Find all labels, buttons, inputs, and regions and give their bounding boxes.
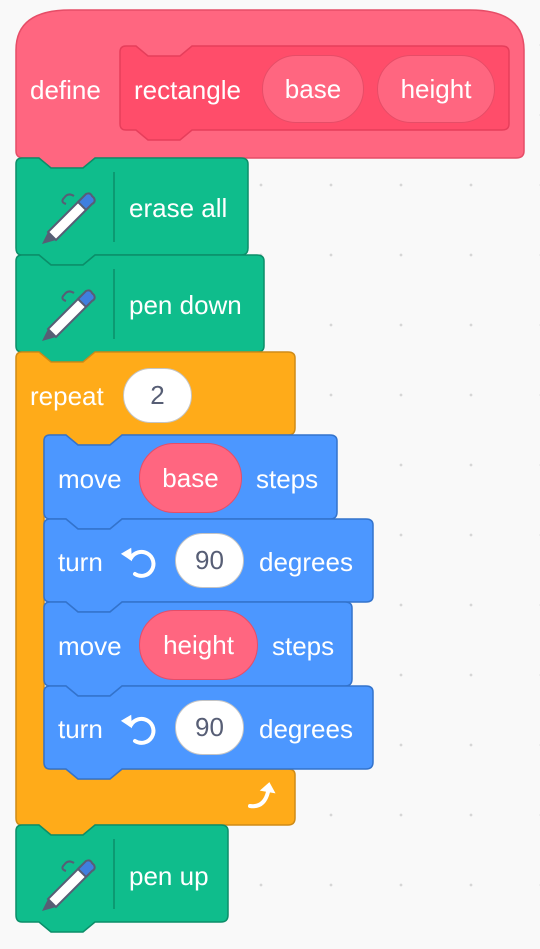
- define-keyword: define: [30, 75, 101, 105]
- pen-icon: [42, 192, 96, 244]
- rotate-left-icon: [121, 714, 156, 745]
- pen-down-label: pen down: [129, 290, 242, 320]
- steps-label: steps: [272, 631, 335, 661]
- move-base-reporter[interactable]: base: [139, 443, 242, 513]
- turn-label: turn: [58, 547, 103, 577]
- param-height[interactable]: height: [377, 55, 495, 123]
- degrees-label: degrees: [259, 547, 353, 577]
- pen-icon: [42, 859, 96, 911]
- degrees-label: degrees: [259, 714, 353, 744]
- turn-degrees-input-1[interactable]: 90: [175, 533, 244, 588]
- repeat-label: repeat: [30, 381, 104, 411]
- param-base[interactable]: base: [262, 55, 364, 123]
- repeat-count-input[interactable]: 2: [123, 368, 192, 423]
- steps-label: steps: [256, 464, 319, 494]
- pen-up-label: pen up: [129, 861, 209, 891]
- turn-degrees-input-2[interactable]: 90: [175, 700, 244, 755]
- pen-icon: [42, 289, 96, 341]
- move-height-reporter[interactable]: height: [139, 610, 258, 680]
- move-label: move: [58, 631, 122, 661]
- move-label: move: [58, 464, 122, 494]
- procedure-name: rectangle: [134, 75, 241, 105]
- erase-all-label: erase all: [129, 193, 228, 223]
- rotate-left-icon: [121, 547, 156, 578]
- loop-arrow-icon: [248, 782, 276, 809]
- turn-label: turn: [58, 714, 103, 744]
